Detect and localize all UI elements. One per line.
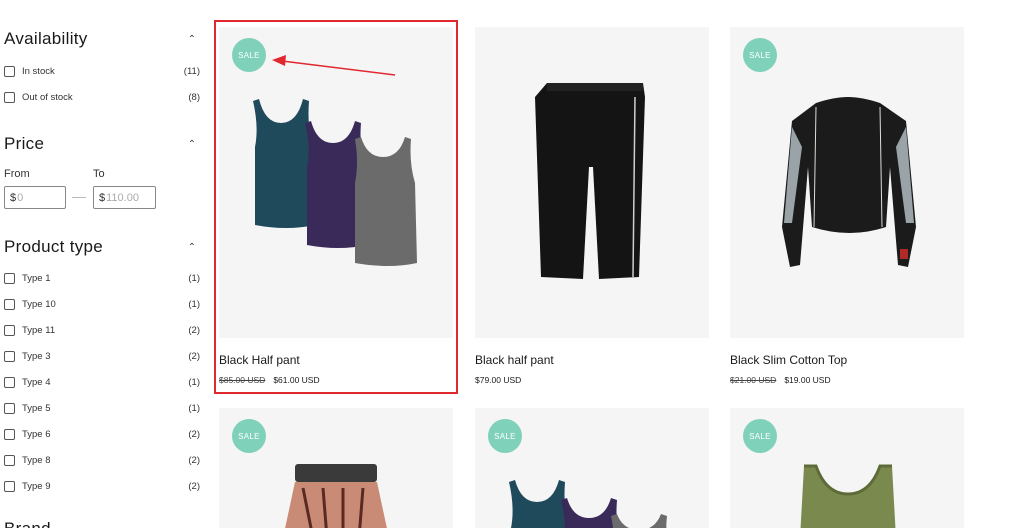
annotation-arrow-icon: [272, 55, 396, 76]
